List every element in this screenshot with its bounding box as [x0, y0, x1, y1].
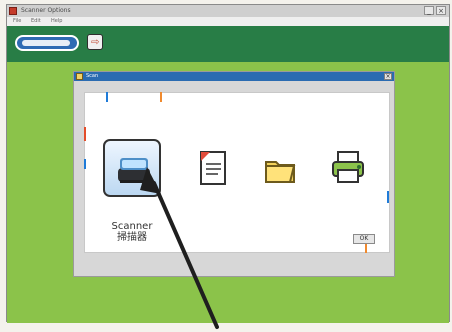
dialog-app-icon	[76, 73, 83, 80]
accent-line	[84, 127, 86, 141]
accent-line	[84, 159, 86, 169]
menu-file[interactable]: File	[13, 17, 21, 26]
folder-icon	[265, 161, 296, 183]
scanner-label: Scanner 掃描器	[97, 221, 167, 243]
scanner-label-line1: Scanner	[111, 221, 153, 232]
close-button[interactable]: ×	[436, 6, 446, 15]
scan-dialog: Scan × Scanner 掃描器 OK	[73, 71, 395, 277]
accent-line	[387, 191, 389, 203]
toolbar: ⇨	[7, 26, 449, 62]
minimize-button[interactable]: _	[424, 6, 434, 15]
export-icon[interactable]: ⇨	[87, 34, 103, 50]
back-pill-button[interactable]	[15, 35, 79, 51]
window-title: Scanner Options	[21, 7, 71, 14]
ok-button[interactable]: OK	[353, 234, 375, 244]
menu-edit[interactable]: Edit	[31, 17, 41, 26]
dialog-titlebar: Scan ×	[74, 72, 394, 81]
export-glyph: ⇨	[91, 37, 100, 48]
printer-icon	[332, 151, 364, 183]
window-controls: _ ×	[424, 6, 446, 15]
app-window: Scanner Options _ × File Edit Help ⇨ Sca…	[6, 4, 450, 329]
document-button[interactable]	[183, 139, 241, 197]
folder-button[interactable]	[251, 139, 309, 197]
scanner-label-line2: 掃描器	[117, 232, 147, 243]
accent-line	[160, 92, 162, 102]
dialog-body: Scanner 掃描器 OK	[84, 92, 390, 253]
printer-button[interactable]	[319, 139, 377, 197]
accent-line	[106, 92, 108, 102]
accent-line	[365, 243, 367, 253]
dialog-close-button[interactable]: ×	[384, 73, 392, 80]
scanner-button[interactable]	[103, 139, 161, 197]
document-icon	[200, 151, 226, 185]
scanner-icon	[118, 158, 150, 183]
pill-highlight	[22, 40, 70, 46]
dialog-title: Scan	[86, 73, 99, 79]
app-icon	[9, 7, 17, 15]
menu-help[interactable]: Help	[51, 17, 62, 26]
